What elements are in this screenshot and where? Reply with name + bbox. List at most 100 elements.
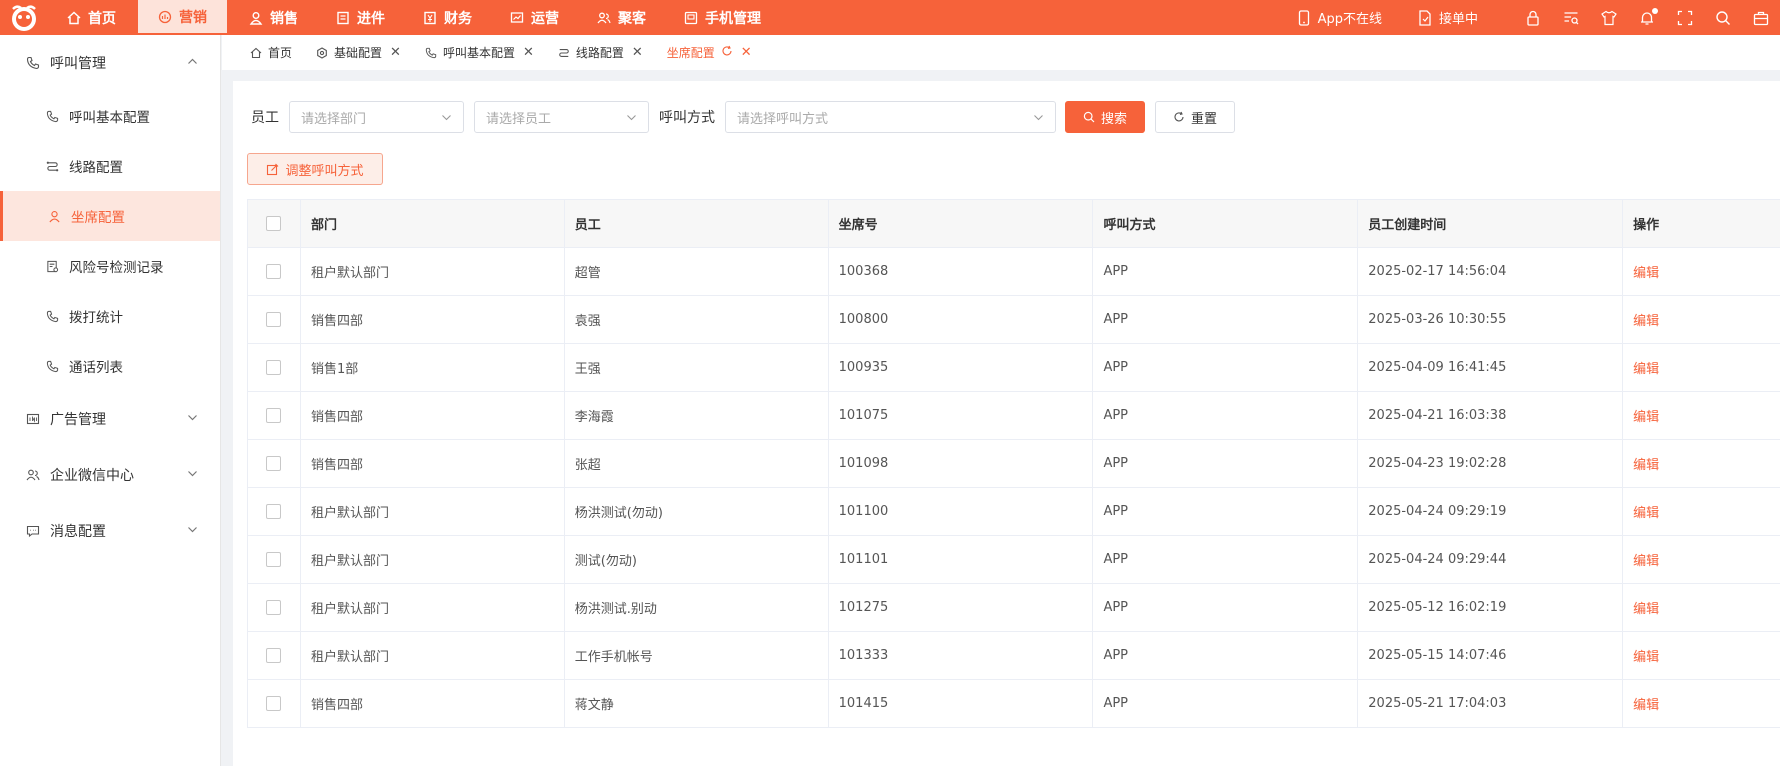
route-icon [46, 161, 59, 171]
edit-link[interactable]: 编辑 [1633, 694, 1659, 713]
sidebar-item-label: 通话列表 [69, 360, 123, 376]
tab-home[interactable]: 首页 [250, 44, 292, 61]
table-row[interactable]: 租户默认部门 杨洪测试(勿动) 101100 APP 2025-04-24 09:29:… [248, 488, 1780, 536]
cell-employee: 张超 [565, 440, 829, 487]
nav-finance[interactable]: 财务 [404, 0, 491, 35]
row-checkbox[interactable] [266, 552, 282, 567]
close-icon[interactable]: ✕ [523, 45, 534, 60]
tab-call-basic-config[interactable]: 呼叫基本配置 ✕ [425, 44, 534, 61]
sidebar-group-label: 消息配置 [50, 524, 106, 540]
row-checkbox[interactable] [266, 648, 282, 663]
sidebar-item-call-basic-config[interactable]: 呼叫基本配置 [0, 91, 220, 141]
cell-department: 租户默认部门 [301, 632, 565, 679]
close-icon[interactable]: ✕ [741, 45, 752, 60]
bell-icon[interactable] [1639, 7, 1658, 26]
edit-link[interactable]: 编辑 [1633, 310, 1659, 329]
cell-employee: 王强 [565, 344, 829, 391]
nav-application[interactable]: 进件 [317, 0, 404, 35]
sidebar-item-seat-config[interactable]: 坐席配置 [0, 191, 220, 241]
list-search-icon[interactable] [1563, 10, 1579, 26]
row-checkbox[interactable] [266, 408, 282, 423]
column-header-seat-number[interactable]: 坐席号 [829, 200, 1094, 247]
row-checkbox[interactable] [266, 456, 282, 471]
row-checkbox[interactable] [266, 312, 282, 327]
column-header-department[interactable]: 部门 [301, 200, 565, 247]
row-checkbox[interactable] [266, 600, 282, 615]
tab-seat-config[interactable]: 坐席配置 ✕ [667, 44, 752, 61]
table-row[interactable]: 租户默认部门 工作手机帐号 101333 APP 2025-05-15 14:07:46… [248, 632, 1780, 680]
nav-sales[interactable]: 销售 [230, 0, 317, 35]
employee-select[interactable]: 请选择员工 [474, 101, 649, 133]
nav-marketing[interactable]: 营销 [138, 0, 227, 33]
app-status-label: App不在线 [1317, 12, 1382, 27]
fullscreen-icon[interactable] [1677, 10, 1693, 26]
edit-link[interactable]: 编辑 [1633, 598, 1659, 617]
shirt-icon[interactable] [1601, 10, 1617, 26]
search-button[interactable]: 搜索 [1065, 101, 1145, 133]
order-status[interactable]: 接单中 [1418, 8, 1478, 27]
table-row[interactable]: 销售1部 王强 100935 APP 2025-04-09 16:41:45 编辑 [248, 344, 1780, 392]
cell-department: 销售四部 [301, 680, 565, 727]
edit-link[interactable]: 编辑 [1633, 358, 1659, 377]
adjust-call-method-button[interactable]: 调整呼叫方式 [247, 153, 383, 185]
table-row[interactable]: 销售四部 蒋文静 101415 APP 2025-05-21 17:04:03 编辑 [248, 680, 1780, 728]
sidebar-item-call-list[interactable]: 通话列表 [0, 341, 220, 391]
sidebar-item-line-config[interactable]: 线路配置 [0, 141, 220, 191]
nav-phone-management[interactable]: 手机管理 [665, 0, 780, 35]
call-method-select[interactable]: 请选择呼叫方式 [725, 101, 1056, 133]
table-row[interactable]: 租户默认部门 测试(勿动) 101101 APP 2025-04-24 09:29:44… [248, 536, 1780, 584]
cell-employee: 袁强 [565, 296, 829, 343]
column-header-call-method[interactable]: 呼叫方式 [1093, 200, 1359, 247]
edit-link[interactable]: 编辑 [1633, 262, 1659, 281]
edit-link[interactable]: 编辑 [1633, 502, 1659, 521]
select-all-checkbox[interactable] [266, 216, 282, 231]
search-icon[interactable] [1715, 10, 1731, 26]
sidebar-group-message-config[interactable]: 消息配置 [0, 503, 220, 559]
close-icon[interactable]: ✕ [632, 45, 643, 60]
nav-home[interactable]: 首页 [48, 0, 135, 35]
cell-employee: 蒋文静 [565, 680, 829, 727]
sidebar-group-ad-management[interactable]: 广告管理 [0, 391, 220, 447]
table-row[interactable]: 销售四部 张超 101098 APP 2025-04-23 19:02:28 编辑 [248, 440, 1780, 488]
table-row[interactable]: 租户默认部门 超管 100368 APP 2025-02-17 14:56:04 编辑 [248, 248, 1780, 296]
briefcase-icon[interactable] [1753, 10, 1769, 26]
reset-button[interactable]: 重置 [1155, 101, 1235, 133]
table-row[interactable]: 销售四部 李海霞 101075 APP 2025-04-21 16:03:38 编辑 [248, 392, 1780, 440]
row-checkbox[interactable] [266, 696, 282, 711]
edit-link[interactable]: 编辑 [1633, 550, 1659, 569]
tab-basic-config[interactable]: 基础配置 ✕ [316, 44, 401, 61]
tab-line-config[interactable]: 线路配置 ✕ [558, 44, 643, 61]
nav-operations[interactable]: 运营 [491, 0, 578, 35]
cell-actions: 编辑 [1623, 248, 1780, 295]
app-logo[interactable] [0, 0, 48, 35]
sidebar-group-call-management[interactable]: 呼叫管理 [0, 35, 220, 91]
edit-link[interactable]: 编辑 [1633, 646, 1659, 665]
cell-created-time: 2025-04-24 09:29:19 [1358, 488, 1624, 535]
department-select[interactable]: 请选择部门 [289, 101, 464, 133]
edit-link[interactable]: 编辑 [1633, 454, 1659, 473]
nav-customers[interactable]: 聚客 [578, 0, 665, 35]
edit-link[interactable]: 编辑 [1633, 406, 1659, 425]
lock-icon[interactable] [1525, 10, 1541, 26]
table-header-row: 部门 员工 坐席号 呼叫方式 员工创建时间 操作 [248, 200, 1780, 248]
column-header-employee[interactable]: 员工 [565, 200, 829, 247]
row-checkbox[interactable] [266, 504, 282, 519]
chevron-down-icon [442, 114, 451, 120]
sidebar-group-wecom-center[interactable]: 企业微信中心 [0, 447, 220, 503]
sidebar-item-dial-stats[interactable]: 拨打统计 [0, 291, 220, 341]
message-icon [26, 525, 40, 538]
column-header-created-time[interactable]: 员工创建时间 [1358, 200, 1624, 247]
chevron-down-icon [1034, 114, 1043, 120]
cell-seat-number: 100935 [829, 344, 1094, 391]
close-icon[interactable]: ✕ [390, 45, 401, 60]
table-row[interactable]: 租户默认部门 杨洪测试.别动 101275 APP 2025-05-12 16:02:1… [248, 584, 1780, 632]
sidebar-item-risk-number-log[interactable]: 风险号检测记录 [0, 241, 220, 291]
table-row[interactable]: 销售四部 袁强 100800 APP 2025-03-26 10:30:55 编辑 [248, 296, 1780, 344]
cell-actions: 编辑 [1623, 632, 1780, 679]
row-checkbox[interactable] [266, 360, 282, 375]
refresh-icon[interactable] [721, 45, 733, 60]
user-icon [49, 210, 60, 222]
app-status[interactable]: App不在线 [1297, 8, 1382, 27]
row-checkbox[interactable] [266, 264, 282, 279]
cell-employee: 超管 [565, 248, 829, 295]
